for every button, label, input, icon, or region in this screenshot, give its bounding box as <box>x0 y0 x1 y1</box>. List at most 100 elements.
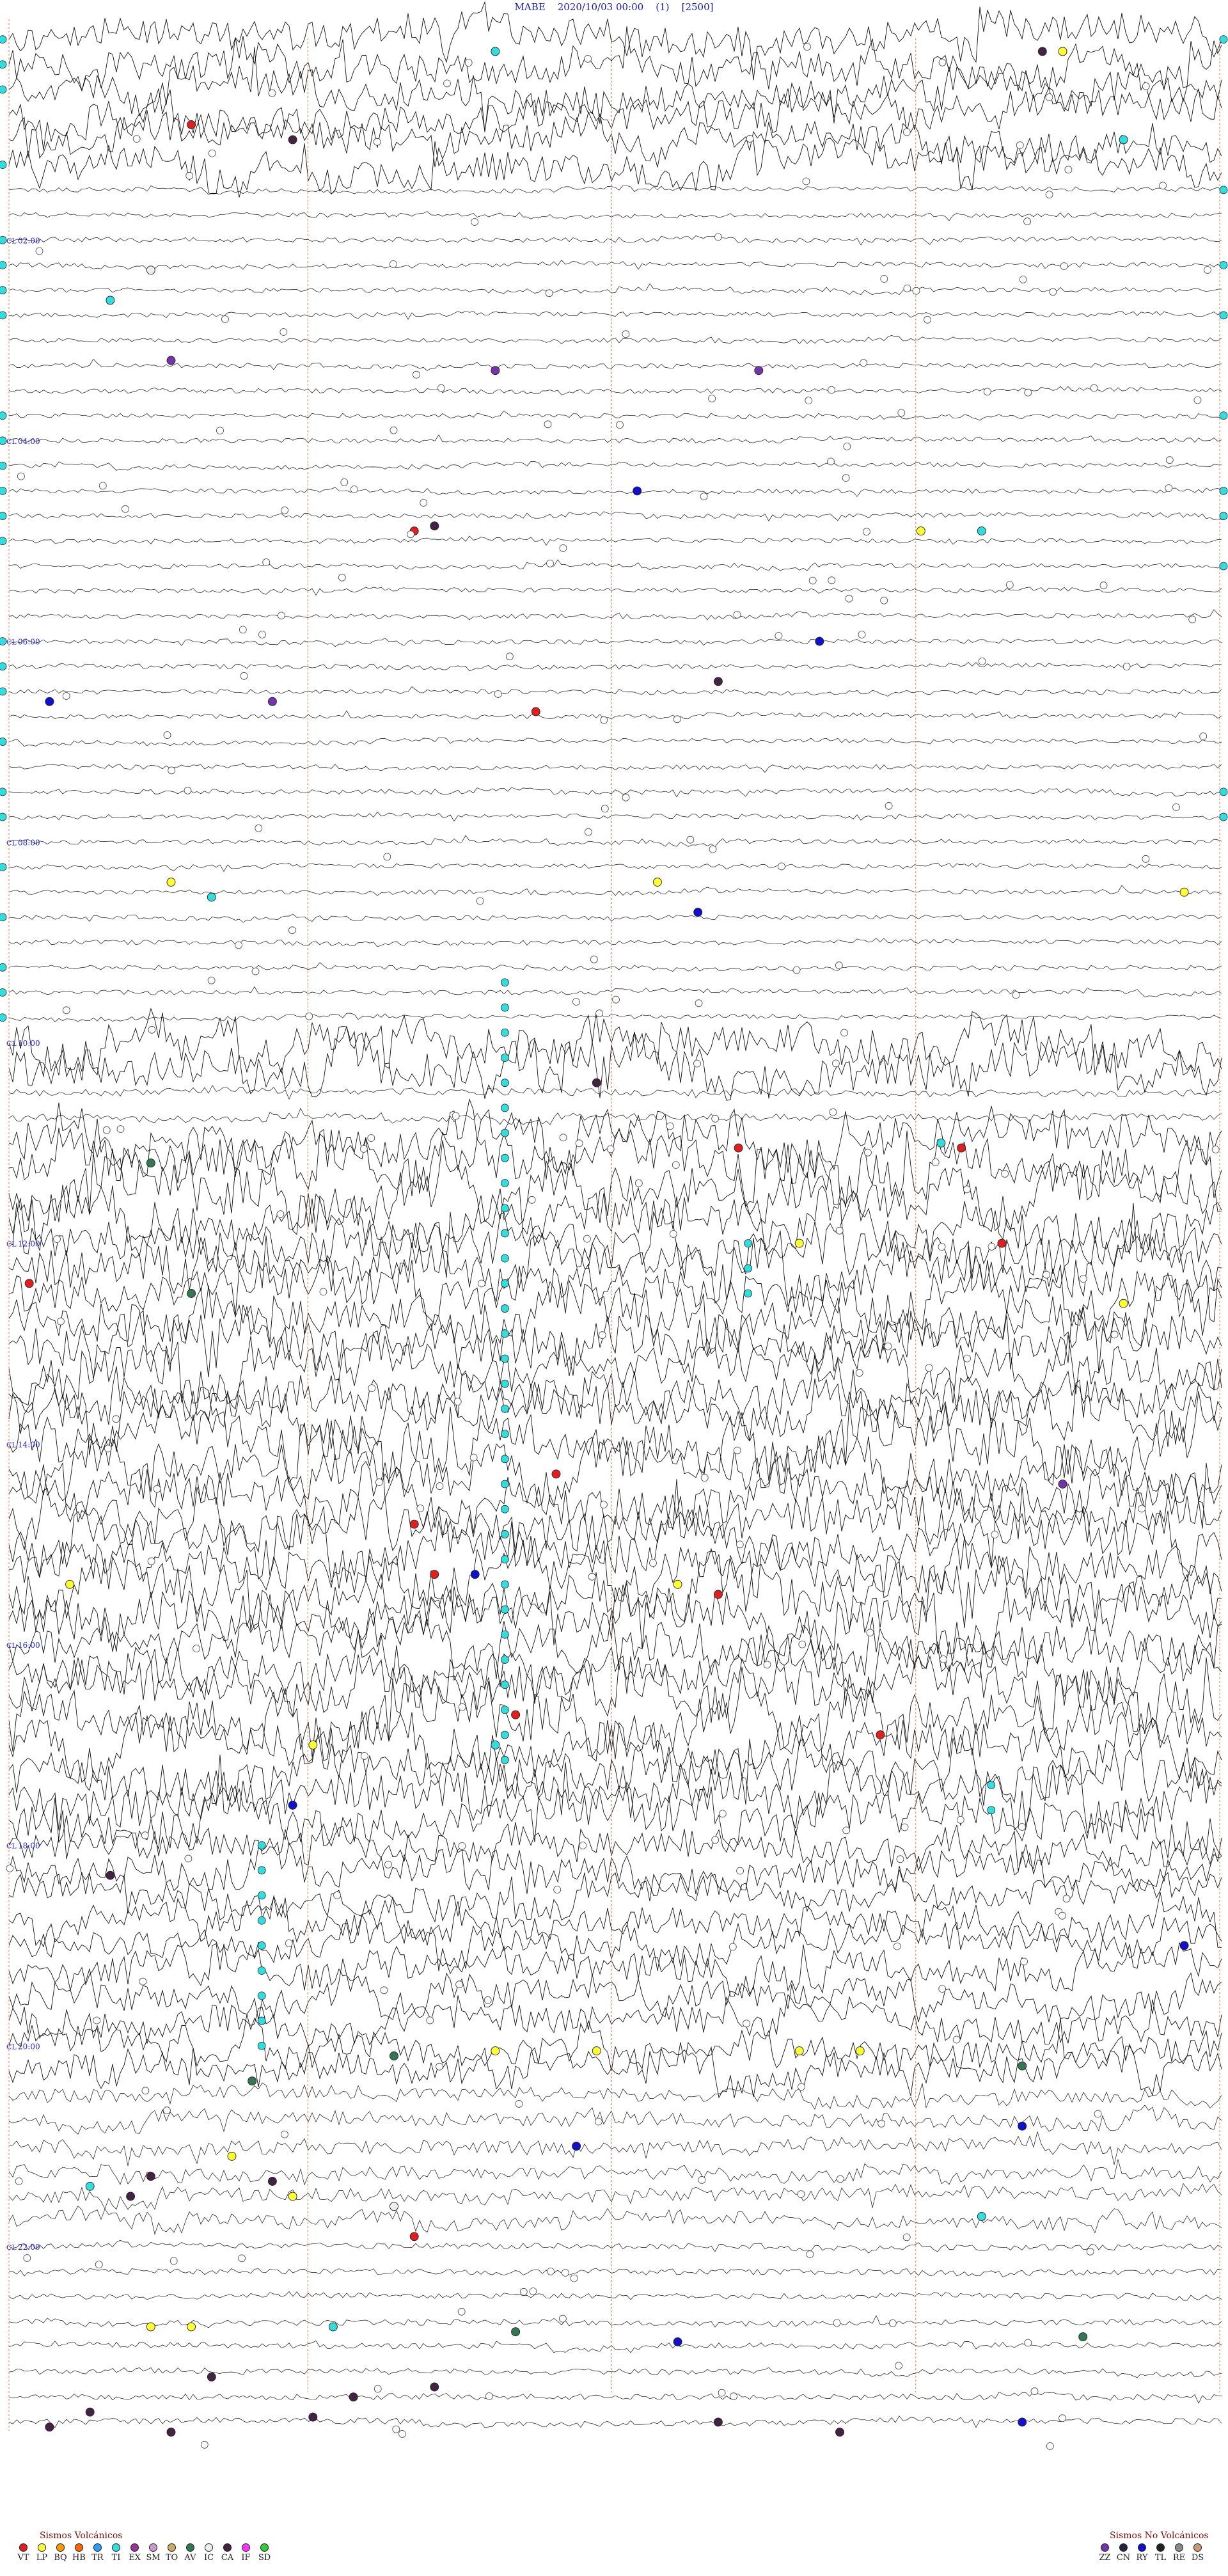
event-marker-ic <box>62 1006 70 1015</box>
trace-row <box>8 2367 1222 2378</box>
trace-row <box>8 1435 1222 1508</box>
event-marker-ic <box>239 626 247 634</box>
event-marker-ic <box>305 1012 313 1020</box>
event-marker-ic <box>1165 484 1173 492</box>
legend-dot <box>38 2543 46 2552</box>
event-marker-ic <box>443 79 451 88</box>
legend-code: HB <box>72 2553 86 2563</box>
event-marker-ic <box>666 1122 674 1130</box>
legend-volcanic: VT LP BQ HB TR TI EX SM TO AV IC CA IF SD <box>14 2543 274 2563</box>
event-marker-ic <box>669 1230 677 1238</box>
legend-item-av: AV <box>181 2543 200 2563</box>
event-marker-ic <box>902 2233 911 2241</box>
event-marker-ic <box>95 2261 103 2269</box>
tremor-marker <box>501 1204 509 1213</box>
event-marker-ic <box>367 1134 375 1142</box>
trace-row <box>8 737 1222 747</box>
trace-row <box>8 487 1222 497</box>
edge-marker <box>0 963 7 972</box>
edge-marker <box>0 85 7 94</box>
event-marker-lp <box>652 878 662 887</box>
tremor-marker <box>501 1630 509 1639</box>
time-label-prefix: CL <box>6 1641 17 1650</box>
event-marker-ic <box>775 632 783 640</box>
event-marker-ic <box>200 2440 209 2449</box>
event-marker-ic <box>828 576 836 585</box>
event-marker-lp <box>794 2046 804 2056</box>
legend-code: EX <box>129 2553 141 2563</box>
legend-dot <box>93 2543 102 2552</box>
event-marker-zz <box>754 366 764 375</box>
trace-row <box>8 461 1222 471</box>
event-marker-ic <box>590 955 598 963</box>
event-marker-ic <box>601 805 609 812</box>
event-marker-lp <box>288 2192 297 2201</box>
event-marker-ic <box>808 576 817 585</box>
time-label-prefix: CL <box>6 1842 17 1851</box>
event-marker-ic <box>251 967 260 976</box>
event-marker-vt <box>713 1590 723 1599</box>
trace-row <box>8 535 1222 546</box>
time-label-prefix: CL <box>6 2243 17 2252</box>
tremor-marker <box>501 1103 509 1112</box>
legend-code: TL <box>1154 2553 1167 2563</box>
time-label-prefix: CL <box>6 1039 17 1048</box>
event-marker-lp <box>308 1740 318 1750</box>
legend-dot <box>149 2543 157 2552</box>
event-marker-ic <box>901 1823 909 1831</box>
event-marker-ic <box>494 690 502 698</box>
event-marker-ca <box>126 2192 136 2201</box>
event-marker-ti <box>491 47 500 56</box>
event-marker-ic <box>338 573 346 581</box>
trace-row <box>8 587 1222 596</box>
trace-row <box>8 260 1222 270</box>
tremor-marker <box>257 1941 266 1950</box>
tremor-marker <box>257 2041 266 2050</box>
tremor-marker <box>501 1153 509 1162</box>
event-marker-vt <box>876 1730 885 1740</box>
legend-dot <box>223 2543 232 2552</box>
event-marker-ic <box>112 1415 120 1423</box>
event-marker-lp <box>227 2151 237 2161</box>
event-marker-ic <box>1030 2387 1039 2396</box>
event-marker-ic <box>622 330 630 338</box>
trace-row <box>8 662 1222 672</box>
event-marker-ic <box>1024 388 1032 397</box>
event-marker-ry <box>572 2142 581 2151</box>
trace-row <box>8 235 1222 246</box>
event-marker-ic <box>1079 1275 1087 1283</box>
event-marker-ca <box>45 2422 54 2432</box>
event-marker-ic <box>714 233 722 241</box>
event-marker-av <box>1018 2061 1027 2071</box>
event-marker-ic <box>711 1836 720 1844</box>
event-marker-ic <box>268 89 276 97</box>
event-marker-ic <box>612 995 620 1004</box>
event-marker-ic <box>1138 1505 1145 1513</box>
event-marker-ic <box>389 260 397 268</box>
event-marker-ic <box>1045 93 1053 101</box>
event-marker-av <box>1078 2332 1088 2342</box>
event-marker-ic <box>319 1288 327 1296</box>
event-marker-ic <box>940 1655 947 1663</box>
event-marker-ic <box>698 2176 706 2184</box>
event-marker-ic <box>832 1059 840 1068</box>
tremor-marker <box>501 1279 509 1288</box>
event-marker-ic <box>285 1939 293 1947</box>
event-marker-ic <box>383 853 391 861</box>
event-marker-ic <box>956 1815 964 1824</box>
legend-code: RE <box>1172 2553 1186 2563</box>
trace-row <box>8 885 1222 896</box>
trace-row <box>8 638 1222 647</box>
event-marker-lp <box>1179 887 1189 897</box>
time-label: 16:00 <box>18 1641 40 1650</box>
event-marker-vt <box>957 1143 966 1153</box>
event-marker-ic <box>146 265 155 275</box>
event-marker-lp <box>916 526 925 536</box>
event-marker-ic <box>452 1112 460 1120</box>
event-marker-ic <box>221 315 229 324</box>
time-label: 14:00 <box>18 1440 40 1449</box>
event-marker-ic <box>559 1134 567 1142</box>
event-marker-ic <box>169 2257 178 2265</box>
trace-row <box>8 1892 1222 1948</box>
tremor-marker <box>501 1379 509 1388</box>
